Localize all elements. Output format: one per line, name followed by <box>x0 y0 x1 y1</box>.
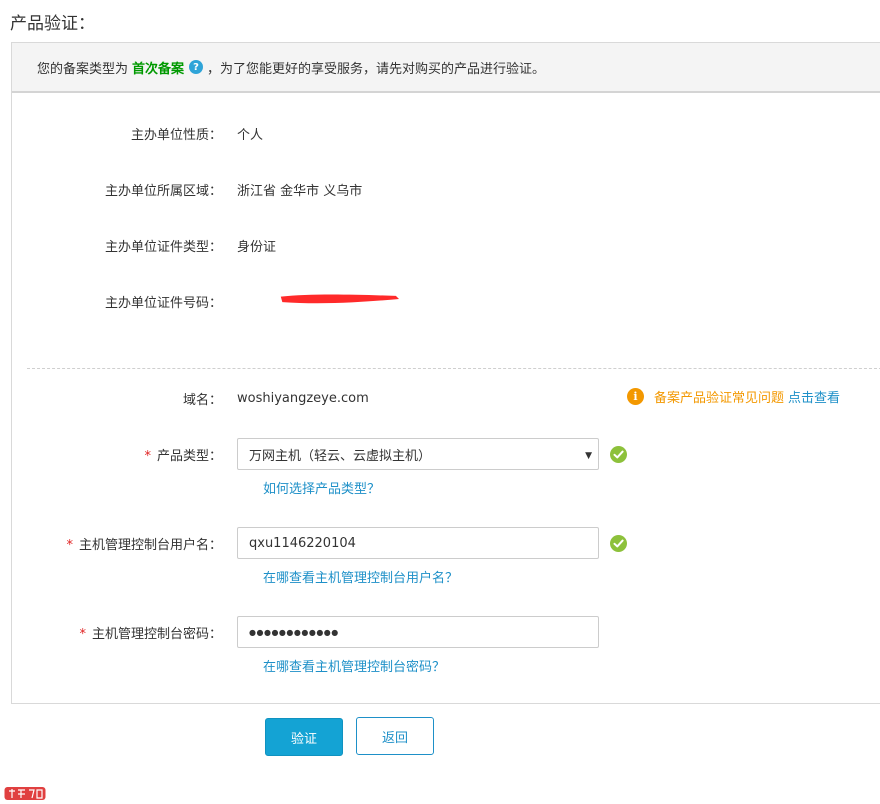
cert-type-value: 身份证 <box>237 240 277 255</box>
section-divider <box>27 368 880 369</box>
row-unit-region: 主办单位所属区域： 浙江省 金华市 义乌市 <box>0 180 362 199</box>
domain-label: 域名： <box>182 393 222 408</box>
unit-nature-label: 主办单位性质： <box>130 128 222 143</box>
domain-value: woshiyangzeye.com <box>237 391 369 406</box>
username-label-text: 主机管理控制台用户名： <box>78 537 222 553</box>
unit-nature-value: 个人 <box>237 128 264 143</box>
filing-type: 首次备案 <box>132 61 185 77</box>
password-label: * 主机管理控制台密码： <box>0 623 237 642</box>
username-input[interactable] <box>237 527 599 559</box>
row-cert-type: 主办单位证件类型： 身份证 <box>0 236 276 255</box>
product-type-label-text: 产品类型： <box>156 448 222 464</box>
notice-bar: 您的备案类型为 首次备案 ? ，为了您能更好的享受服务，请先对购买的产品进行验证… <box>12 43 880 93</box>
username-label: * 主机管理控制台用户名： <box>0 534 237 553</box>
row-domain: 域名： woshiyangzeye.com <box>0 389 369 408</box>
faq-link[interactable]: 点击查看 <box>788 387 840 406</box>
password-input[interactable]: ●●●●●●●●●●●● <box>237 616 599 648</box>
cert-number-label: 主办单位证件号码： <box>104 296 222 311</box>
watermark-stamp <box>4 787 46 800</box>
verify-button[interactable]: 验证 <box>265 718 343 756</box>
question-icon[interactable]: ? <box>189 60 204 74</box>
notice-prefix: 您的备案类型为 <box>37 61 129 77</box>
notice-suffix: ，为了您能更好的享受服务，请先对购买的产品进行验证。 <box>207 61 546 77</box>
check-icon <box>610 534 627 552</box>
row-username: * 主机管理控制台用户名： <box>0 527 627 559</box>
row-product-type: * 产品类型： 万网主机（轻云、云虚拟主机） ▼ <box>0 438 627 470</box>
password-mask: ●●●●●●●●●●●● <box>249 627 339 637</box>
check-icon <box>610 445 627 463</box>
faq-notice: i 备案产品验证常见问题 点击查看 <box>627 387 840 406</box>
info-icon: i <box>627 388 644 405</box>
product-type-help-link[interactable]: 如何选择产品类型？ <box>263 478 380 497</box>
row-unit-nature: 主办单位性质： 个人 <box>0 124 263 143</box>
row-cert-number: 主办单位证件号码： <box>0 292 237 311</box>
required-mark: * <box>79 626 86 642</box>
redacted-cert-number <box>280 294 399 304</box>
product-type-label: * 产品类型： <box>0 445 237 464</box>
username-help-link[interactable]: 在哪查看主机管理控制台用户名？ <box>263 567 458 586</box>
required-mark: * <box>66 537 73 553</box>
faq-text: 备案产品验证常见问题 <box>654 391 785 406</box>
product-type-selected: 万网主机（轻云、云虚拟主机） <box>249 448 432 464</box>
back-button[interactable]: 返回 <box>356 717 434 755</box>
password-help-link[interactable]: 在哪查看主机管理控制台密码？ <box>263 656 445 675</box>
product-type-select[interactable]: 万网主机（轻云、云虚拟主机） ▼ <box>237 438 599 470</box>
required-mark: * <box>144 448 151 464</box>
page-title: 产品验证： <box>10 14 95 34</box>
password-label-text: 主机管理控制台密码： <box>91 626 222 642</box>
dropdown-arrow-icon: ▼ <box>585 451 592 461</box>
row-password: * 主机管理控制台密码： ●●●●●●●●●●●● <box>0 616 599 648</box>
unit-region-label: 主办单位所属区域： <box>104 184 222 199</box>
unit-region-value: 浙江省 金华市 义乌市 <box>237 184 363 199</box>
cert-type-label: 主办单位证件类型： <box>104 240 222 255</box>
